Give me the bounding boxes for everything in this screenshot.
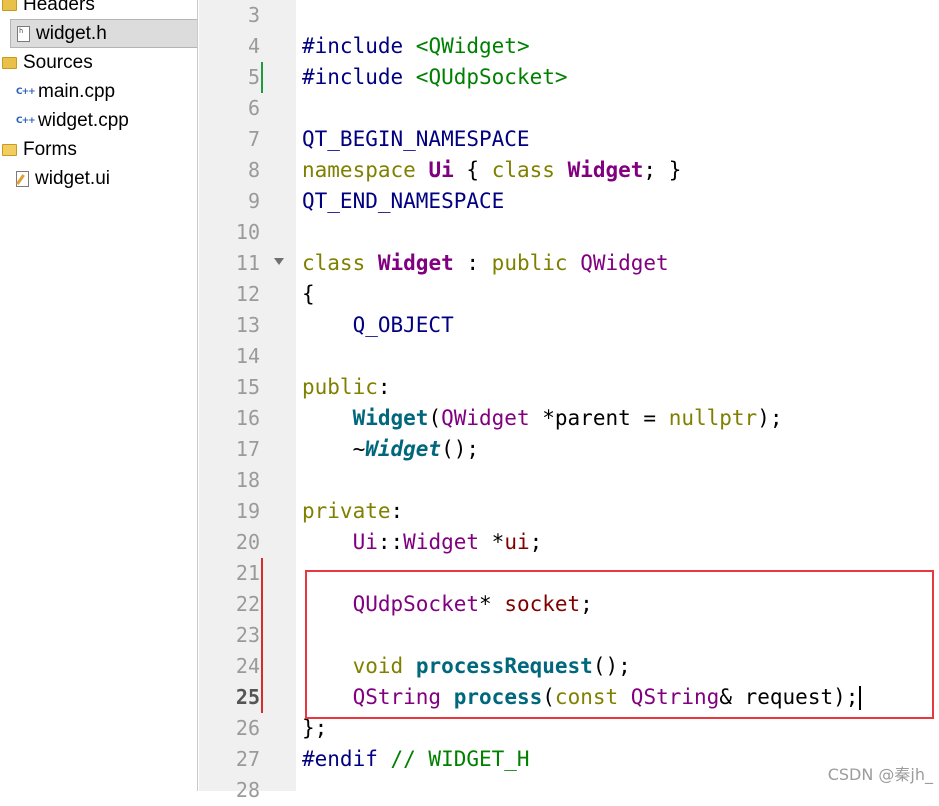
code-line-11: class Widget : public QWidget	[302, 251, 669, 275]
folder-icon	[2, 0, 17, 11]
tree-file-widget-cpp[interactable]: C++ widget.cpp	[16, 106, 129, 135]
code-line-17: ~Widget();	[302, 437, 480, 461]
tree-file-label: widget.h	[36, 23, 107, 44]
line-number: 24	[235, 654, 260, 678]
line-number: 17	[235, 437, 260, 461]
tree-file-label: widget.cpp	[38, 110, 129, 131]
change-marker	[261, 589, 263, 620]
line-number: 3	[247, 3, 260, 27]
line-number: 21	[235, 561, 260, 585]
code-line-22: QUdpSocket* socket;	[352, 592, 593, 616]
line-number: 19	[235, 499, 260, 523]
folder-icon	[2, 143, 17, 156]
tree-folder-label: Forms	[23, 139, 77, 160]
code-editor[interactable]: #include <QWidget> #include <QUdpSocket>…	[296, 0, 939, 791]
tree-folder-forms[interactable]: Forms	[2, 135, 77, 164]
line-number: 22	[235, 592, 260, 616]
line-number: 5	[247, 65, 260, 89]
line-number: 13	[235, 313, 260, 337]
header-file-icon: h	[17, 25, 30, 42]
line-number: 11	[235, 251, 260, 275]
tree-folder-label: Sources	[23, 52, 93, 73]
code-line-4: #include <QWidget>	[302, 34, 530, 58]
line-number: 10	[235, 220, 260, 244]
tree-file-widget-ui[interactable]: widget.ui	[16, 164, 110, 193]
watermark: CSDN @秦jh_	[827, 765, 933, 784]
change-marker	[261, 62, 263, 93]
line-number: 16	[235, 406, 260, 430]
code-line-12: {	[302, 282, 315, 306]
code-line-27: #endif // WIDGET_H	[302, 747, 530, 771]
cpp-file-icon: C++	[16, 115, 36, 126]
change-marker	[261, 558, 263, 589]
project-tree: Headers h widget.h Sources C++ main.cpp …	[0, 0, 198, 791]
code-line-24: void processRequest();	[352, 654, 631, 678]
line-number: 4	[247, 34, 260, 58]
tree-file-main-cpp[interactable]: C++ main.cpp	[16, 77, 115, 106]
code-line-9: QT_END_NAMESPACE	[302, 189, 505, 213]
line-number: 26	[235, 716, 260, 740]
line-number: 9	[247, 189, 260, 213]
line-number-current: 25	[235, 685, 260, 709]
folder-icon	[2, 56, 17, 69]
change-marker	[261, 620, 263, 651]
line-number: 20	[235, 530, 260, 554]
line-number: 27	[235, 747, 260, 771]
code-line-15: public:	[302, 375, 391, 399]
tree-file-label: main.cpp	[38, 81, 116, 102]
change-marker	[261, 651, 263, 682]
text-cursor	[859, 686, 862, 710]
tree-file-widget-h[interactable]: h widget.h	[10, 19, 197, 48]
tree-folder-label: Headers	[23, 0, 95, 15]
line-number: 23	[235, 623, 260, 647]
tree-folder-headers[interactable]: Headers	[2, 0, 95, 19]
code-line-26: };	[302, 716, 328, 740]
line-number: 8	[247, 158, 260, 182]
tree-file-label: widget.ui	[35, 168, 110, 189]
tree-folder-sources[interactable]: Sources	[2, 48, 93, 77]
code-line-16: Widget(QWidget *parent = nullptr);	[352, 406, 783, 430]
line-number: 6	[247, 96, 260, 120]
line-number: 12	[235, 282, 260, 306]
code-line-20: Ui::Widget *ui;	[352, 530, 543, 554]
code-line-7: QT_BEGIN_NAMESPACE	[302, 127, 530, 151]
line-number: 15	[235, 375, 260, 399]
code-line-19: private:	[302, 499, 404, 523]
change-marker	[261, 682, 263, 713]
code-line-8: namespace Ui { class Widget; }	[302, 158, 682, 182]
line-number: 14	[235, 344, 260, 368]
line-number-gutter[interactable]: 3 4 5 6 7 8 9 10 11 12 13 14 15 16 17 18…	[199, 0, 296, 802]
ui-file-icon	[16, 170, 29, 187]
code-line-13: Q_OBJECT	[352, 313, 454, 337]
line-number: 18	[235, 468, 260, 492]
fold-arrow-icon[interactable]	[274, 258, 284, 265]
code-line-25: QString process(const QString& request);	[302, 682, 862, 713]
code-line-5: #include <QUdpSocket>	[302, 65, 568, 89]
line-number: 7	[247, 127, 260, 151]
cpp-file-icon: C++	[16, 86, 36, 97]
